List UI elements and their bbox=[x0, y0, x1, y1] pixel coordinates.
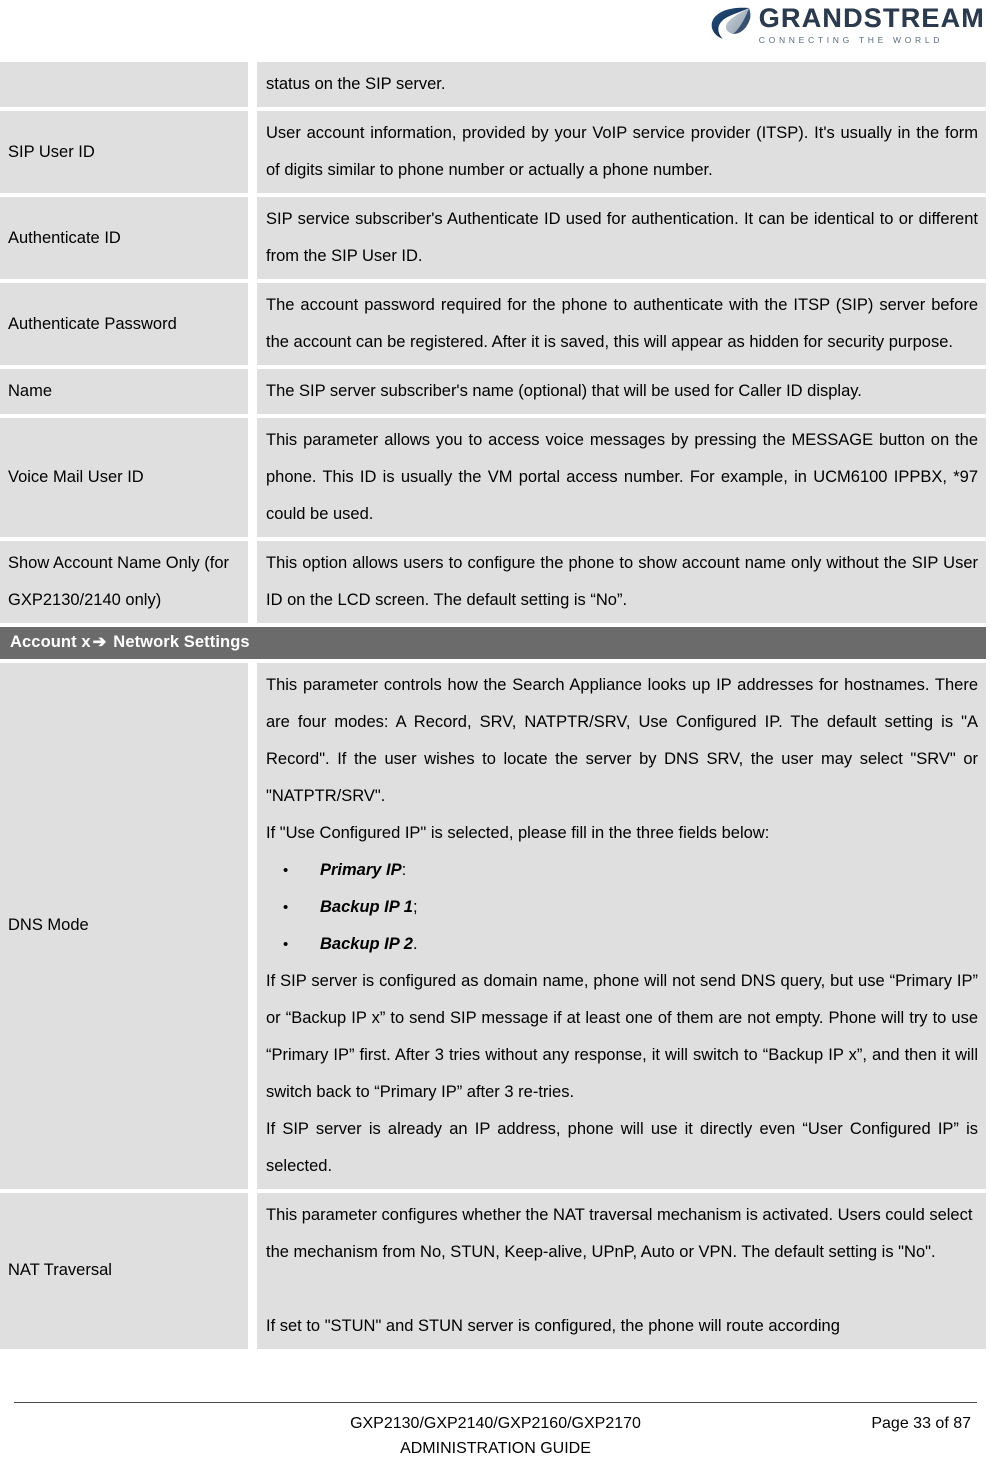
row-label-show-account-name-only: Show Account Name Only (for GXP2130/2140… bbox=[0, 541, 248, 623]
column-gap bbox=[248, 418, 257, 537]
column-gap bbox=[248, 541, 257, 623]
footer-guide-title: ADMINISTRATION GUIDE bbox=[400, 1440, 591, 1457]
row-description-voice-mail-user-id: This parameter allows you to access voic… bbox=[257, 418, 986, 537]
row-description-name: The SIP server subscriber's name (option… bbox=[257, 369, 986, 414]
page-number: Page 33 of 87 bbox=[871, 1415, 971, 1432]
column-gap bbox=[248, 283, 257, 365]
page-footer: GXP2130/GXP2140/GXP2160/GXP2170 ADMINIST… bbox=[0, 1402, 991, 1465]
list-item: Backup IP 2. bbox=[266, 926, 978, 963]
list-item-label: Backup IP 1 bbox=[320, 897, 413, 916]
paragraph: SIP service subscriber's Authenticate ID… bbox=[266, 210, 978, 265]
row-description-authenticate-password: The account password required for the ph… bbox=[257, 283, 986, 365]
grandstream-swoosh-logo-icon bbox=[711, 7, 751, 39]
section-header-account-network-settings: Account x ➔ Network Settings bbox=[0, 627, 986, 659]
table-row: SIP User ID User account information, pr… bbox=[0, 111, 986, 193]
logo-word: GRANDSTREAM bbox=[758, 3, 985, 33]
paragraph bbox=[266, 1271, 978, 1308]
footer-center-text: GXP2130/GXP2140/GXP2160/GXP2170 ADMINIST… bbox=[14, 1411, 977, 1461]
row-description-nat-traversal: This parameter configures whether the NA… bbox=[257, 1192, 986, 1349]
row-label-continued bbox=[0, 62, 248, 107]
row-label-dns-mode: DNS Mode bbox=[0, 662, 248, 1189]
column-gap bbox=[248, 369, 257, 414]
paragraph: status on the SIP server. bbox=[266, 75, 446, 93]
list-item-punctuation: : bbox=[401, 860, 407, 879]
right-arrow-icon: ➔ bbox=[92, 633, 107, 651]
table-row: Name The SIP server subscriber's name (o… bbox=[0, 369, 986, 414]
list-item-punctuation: . bbox=[412, 934, 418, 953]
paragraph: User account information, provided by yo… bbox=[266, 124, 978, 179]
list-item: Primary IP: bbox=[266, 852, 978, 889]
paragraph: This option allows users to configure th… bbox=[266, 554, 978, 609]
row-label-nat-traversal: NAT Traversal bbox=[0, 1192, 248, 1349]
table-row: NAT Traversal This parameter configures … bbox=[0, 1192, 986, 1349]
row-label-authenticate-id: Authenticate ID bbox=[0, 197, 248, 279]
row-label-voice-mail-user-id: Voice Mail User ID bbox=[0, 418, 248, 537]
row-description-authenticate-id: SIP service subscriber's Authenticate ID… bbox=[257, 197, 986, 279]
section-header-prefix: Account x bbox=[10, 633, 91, 651]
paragraph: The account password required for the ph… bbox=[266, 296, 978, 351]
logo-wordmark: GRANDSTREAM CONNECTING THE WORLD bbox=[758, 3, 985, 46]
settings-table: status on the SIP server. SIP User ID Us… bbox=[0, 62, 991, 1349]
row-description-continued: status on the SIP server. bbox=[257, 62, 986, 107]
footer-models: GXP2130/GXP2140/GXP2160/GXP2170 bbox=[350, 1415, 641, 1432]
paragraph: If SIP server is already an IP address, … bbox=[266, 1119, 978, 1175]
footer-content: GXP2130/GXP2140/GXP2160/GXP2170 ADMINIST… bbox=[14, 1403, 977, 1461]
table-row: Voice Mail User ID This parameter allows… bbox=[0, 418, 986, 537]
row-label-sip-user-id: SIP User ID bbox=[0, 111, 248, 193]
column-gap bbox=[248, 111, 257, 193]
column-gap bbox=[248, 1192, 257, 1349]
table-row: Authenticate Password The account passwo… bbox=[0, 283, 986, 365]
row-label-authenticate-password: Authenticate Password bbox=[0, 283, 248, 365]
column-gap bbox=[248, 197, 257, 279]
paragraph: If "Use Configured IP" is selected, plea… bbox=[266, 823, 770, 842]
list-item-punctuation: ; bbox=[412, 897, 418, 916]
paragraph: This parameter allows you to access voic… bbox=[266, 431, 978, 523]
table-row: Authenticate ID SIP service subscriber's… bbox=[0, 197, 986, 279]
page-header: GRANDSTREAM CONNECTING THE WORLD bbox=[0, 0, 991, 62]
list-item-label: Primary IP bbox=[320, 860, 402, 879]
table-row: Show Account Name Only (for GXP2130/2140… bbox=[0, 541, 986, 623]
row-description-show-account-name-only: This option allows users to configure th… bbox=[257, 541, 986, 623]
row-description-dns-mode: This parameter controls how the Search A… bbox=[257, 662, 986, 1189]
logo-tagline: CONNECTING THE WORLD bbox=[758, 35, 944, 45]
section-header-suffix: Network Settings bbox=[113, 633, 250, 651]
paragraph: If set to "STUN" and STUN server is conf… bbox=[266, 1316, 840, 1335]
column-gap bbox=[248, 662, 257, 1189]
paragraph: If SIP server is configured as domain na… bbox=[266, 971, 978, 1101]
table-row: DNS Mode This parameter controls how the… bbox=[0, 662, 986, 1189]
paragraph: This parameter configures whether the NA… bbox=[266, 1205, 973, 1261]
dns-mode-field-list: Primary IP: Backup IP 1; Backup IP 2. bbox=[266, 852, 978, 963]
table-row-continued: status on the SIP server. bbox=[0, 62, 986, 107]
paragraph: This parameter controls how the Search A… bbox=[266, 675, 978, 805]
row-description-sip-user-id: User account information, provided by yo… bbox=[257, 111, 986, 193]
grandstream-logo: GRANDSTREAM CONNECTING THE WORLD bbox=[709, 4, 985, 45]
row-label-name: Name bbox=[0, 369, 248, 414]
list-item-label: Backup IP 2 bbox=[320, 934, 413, 953]
column-gap bbox=[248, 62, 257, 107]
paragraph: The SIP server subscriber's name (option… bbox=[266, 382, 862, 400]
list-item: Backup IP 1; bbox=[266, 889, 978, 926]
